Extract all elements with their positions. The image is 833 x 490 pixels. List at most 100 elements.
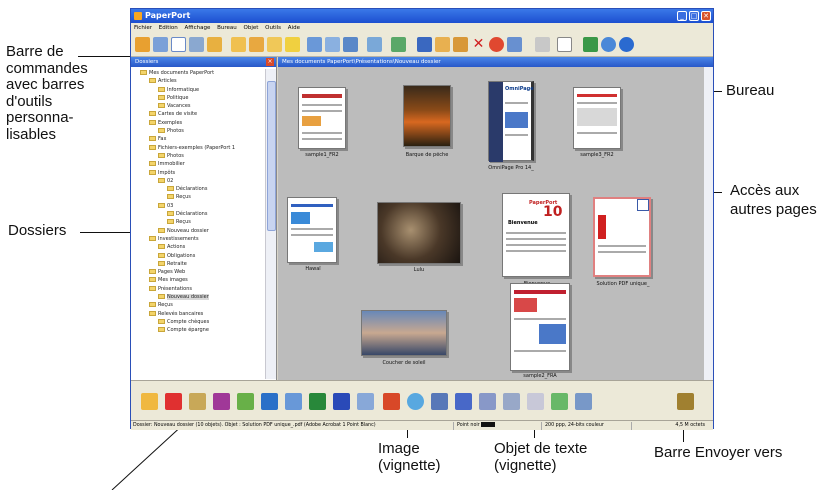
- folder-tree-item[interactable]: Photos: [131, 152, 263, 160]
- print-icon[interactable]: [189, 37, 204, 52]
- folder-tree-item[interactable]: Reçus: [131, 193, 263, 201]
- rotate-icon[interactable]: [535, 37, 550, 52]
- view-thumbs-icon[interactable]: [343, 37, 358, 52]
- send-item-6-icon[interactable]: [261, 393, 278, 410]
- send-item-5-icon[interactable]: [237, 393, 254, 410]
- folder-tree-item[interactable]: Mes documents PaperPort: [131, 69, 263, 77]
- close-button[interactable]: ✕: [701, 11, 711, 21]
- menu-edition[interactable]: Edition: [159, 25, 178, 31]
- copy-icon[interactable]: [207, 37, 222, 52]
- folder-tree-item[interactable]: Déclarations: [131, 210, 263, 218]
- send-item-14-icon[interactable]: [455, 393, 472, 410]
- send-item-15-icon[interactable]: [479, 393, 496, 410]
- folder-tree-item[interactable]: Politique: [131, 94, 263, 102]
- folder-tree-item[interactable]: Fax: [131, 135, 263, 143]
- sort-icon[interactable]: [367, 37, 382, 52]
- thumb-omnipage[interactable]: OmniPage: [488, 81, 534, 162]
- thumb-sample1[interactable]: [298, 87, 346, 149]
- folder-scrollbar[interactable]: [265, 69, 276, 379]
- thumb-coucher-soleil[interactable]: [361, 310, 447, 356]
- folder-tree-item[interactable]: Impôts: [131, 169, 263, 177]
- folder-tree-item[interactable]: Immobilier: [131, 160, 263, 168]
- menu-fichier[interactable]: Fichier: [134, 25, 152, 31]
- thumb-sample2[interactable]: [510, 283, 570, 371]
- send-item-4-icon[interactable]: [213, 393, 230, 410]
- send-item-11-icon[interactable]: [383, 393, 400, 410]
- folder-tree-item[interactable]: Reçus: [131, 301, 263, 309]
- folder-tree-item[interactable]: 03: [131, 202, 263, 210]
- folder-tree-item[interactable]: Cartes de visite: [131, 110, 263, 118]
- help-icon[interactable]: [619, 37, 634, 52]
- thumb-sample3[interactable]: [573, 87, 621, 149]
- menu-affichage[interactable]: Affichage: [185, 25, 211, 31]
- folder-tree-item[interactable]: Relevés bancaires: [131, 310, 263, 318]
- thumb-solution-pdf[interactable]: [593, 197, 651, 277]
- folder-tree-item[interactable]: Exemples: [131, 119, 263, 127]
- send-item-12-icon[interactable]: [407, 393, 424, 410]
- stop-icon[interactable]: [489, 37, 504, 52]
- view-details-icon[interactable]: [325, 37, 340, 52]
- get-photo-icon[interactable]: [153, 37, 168, 52]
- desktop-scrollbar[interactable]: [704, 67, 713, 380]
- folder-tree-item[interactable]: Informatique: [131, 86, 263, 94]
- excel-icon[interactable]: [309, 393, 326, 410]
- thumb-barque[interactable]: [403, 85, 451, 147]
- annotate-icon[interactable]: [285, 37, 300, 52]
- thumb-bienvenue[interactable]: PaperPort 10 Bienvenue: [502, 193, 570, 277]
- folder-up-icon[interactable]: [267, 37, 282, 52]
- folder-tree-item[interactable]: Vacances: [131, 102, 263, 110]
- arrange-icon[interactable]: [391, 37, 406, 52]
- send-item-7-icon[interactable]: [285, 393, 302, 410]
- stack-icon[interactable]: [435, 37, 450, 52]
- minimize-button[interactable]: _: [677, 11, 687, 21]
- new-folder-icon[interactable]: [231, 37, 246, 52]
- close-panel-icon[interactable]: ×: [266, 58, 274, 66]
- send-item-20-icon[interactable]: [677, 393, 694, 410]
- scanner-settings-icon[interactable]: [583, 37, 598, 52]
- send-item-13-icon[interactable]: [431, 393, 448, 410]
- scrollbar-thumb[interactable]: [267, 81, 276, 231]
- move-folder-icon[interactable]: [249, 37, 264, 52]
- send-icon[interactable]: [507, 37, 522, 52]
- folder-tree-item[interactable]: Mes images: [131, 276, 263, 284]
- refresh-icon[interactable]: [601, 37, 616, 52]
- send-item-10-icon[interactable]: [357, 393, 374, 410]
- folder-tree-item[interactable]: Retraite: [131, 260, 263, 268]
- maximize-button[interactable]: □: [689, 11, 699, 21]
- page-view-icon[interactable]: [171, 37, 186, 52]
- send-item-16-icon[interactable]: [503, 393, 520, 410]
- menu-objet[interactable]: Objet: [244, 25, 259, 31]
- folder-tree-item[interactable]: Compte épargne: [131, 326, 263, 334]
- folder-tree-item[interactable]: Pages Web: [131, 268, 263, 276]
- folder-tree-item[interactable]: Présentations: [131, 285, 263, 293]
- view-list-icon[interactable]: [307, 37, 322, 52]
- folder-tree-item[interactable]: Photos: [131, 127, 263, 135]
- folder-tree-item[interactable]: Reçus: [131, 218, 263, 226]
- acrobat-icon[interactable]: [165, 393, 182, 410]
- folder-tree-item[interactable]: Fichiers-exemples (PaperPort 1: [131, 144, 263, 152]
- send-item-19-icon[interactable]: [575, 393, 592, 410]
- folder-tree-item[interactable]: Nouveau dossier: [131, 227, 263, 235]
- thumb-hawai[interactable]: [287, 197, 337, 263]
- folder-tree-item[interactable]: Nouveau dossier: [131, 293, 263, 301]
- folder-tree-item[interactable]: Compte chèques: [131, 318, 263, 326]
- menu-outils[interactable]: Outils: [265, 25, 281, 31]
- folder-tree-item[interactable]: 02: [131, 177, 263, 185]
- unstack-icon[interactable]: [453, 37, 468, 52]
- word-icon[interactable]: [333, 393, 350, 410]
- save-icon[interactable]: [417, 37, 432, 52]
- folder-tree-item[interactable]: Investissements: [131, 235, 263, 243]
- folder-tree-item[interactable]: Obligations: [131, 252, 263, 260]
- menu-bureau[interactable]: Bureau: [217, 25, 237, 31]
- menu-aide[interactable]: Aide: [288, 25, 300, 31]
- send-item-3-icon[interactable]: [189, 393, 206, 410]
- send-item-1-icon[interactable]: [141, 393, 158, 410]
- thumb-lulu[interactable]: [377, 202, 461, 264]
- folder-tree-item[interactable]: Actions: [131, 243, 263, 251]
- send-item-17-icon[interactable]: [527, 393, 544, 410]
- folder-tree-item[interactable]: Articles: [131, 77, 263, 85]
- scan-icon[interactable]: [135, 37, 150, 52]
- delete-icon[interactable]: ✕: [471, 37, 486, 52]
- page-icon[interactable]: [557, 37, 572, 52]
- send-item-18-icon[interactable]: [551, 393, 568, 410]
